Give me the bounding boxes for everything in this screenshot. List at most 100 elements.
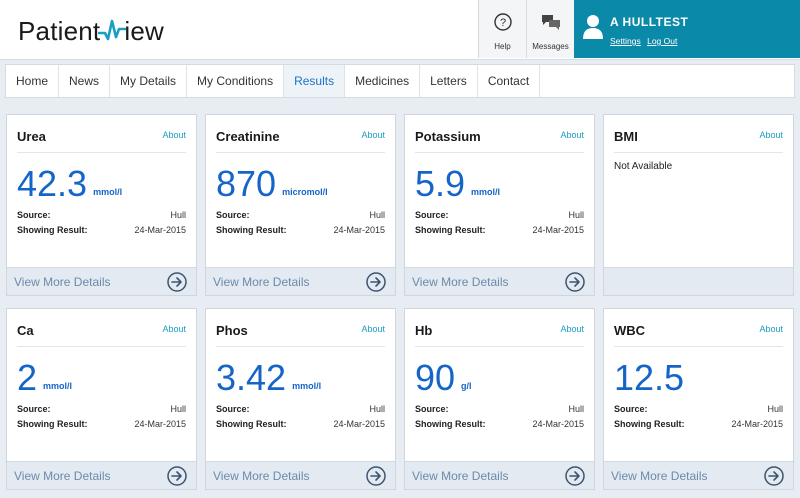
result-card-wbc: WBC About 12.5 Source: Hull Showing Resu… <box>603 308 794 490</box>
about-link[interactable]: About <box>759 324 783 334</box>
nav-medicines[interactable]: Medicines <box>345 65 421 97</box>
settings-link[interactable]: Settings <box>610 36 641 46</box>
source-value: Hull <box>767 404 783 414</box>
showing-row: Showing Result: 24-Mar-2015 <box>415 225 584 235</box>
showing-label: Showing Result: <box>415 419 486 429</box>
nav-contact[interactable]: Contact <box>478 65 541 97</box>
about-link[interactable]: About <box>560 324 584 334</box>
nav-letters[interactable]: Letters <box>420 65 478 97</box>
result-value: 5.9 mmol/l <box>415 163 500 205</box>
card-divider <box>415 346 584 347</box>
card-title: Phos <box>216 323 248 338</box>
view-more-details-link[interactable]: View More Details <box>14 469 110 483</box>
result-value: 3.42 mmol/l <box>216 357 321 399</box>
result-card-phos: Phos About 3.42 mmol/l Source: Hull Show… <box>205 308 396 490</box>
card-footer: View More Details <box>7 461 196 489</box>
nav-results[interactable]: Results <box>284 65 346 97</box>
nav-news[interactable]: News <box>59 65 111 97</box>
showing-label: Showing Result: <box>415 225 486 235</box>
patientview-logo[interactable]: Patient iew <box>18 14 164 48</box>
showing-label: Showing Result: <box>614 419 685 429</box>
source-row: Source: Hull <box>415 210 584 220</box>
card-divider <box>17 152 186 153</box>
showing-date: 24-Mar-2015 <box>134 419 186 429</box>
result-card-hb: Hb About 90 g/l Source: Hull Showing Res… <box>404 308 595 490</box>
source-row: Source: Hull <box>216 404 385 414</box>
showing-date: 24-Mar-2015 <box>731 419 783 429</box>
arrow-right-circle-icon[interactable] <box>166 271 188 293</box>
card-divider <box>17 346 186 347</box>
value-unit: g/l <box>461 381 472 391</box>
arrow-right-circle-icon[interactable] <box>564 465 586 487</box>
result-value: 2 mmol/l <box>17 357 72 399</box>
card-footer <box>604 267 793 295</box>
showing-date: 24-Mar-2015 <box>333 419 385 429</box>
source-value: Hull <box>170 210 186 220</box>
showing-row: Showing Result: 24-Mar-2015 <box>614 419 783 429</box>
result-value: 90 g/l <box>415 357 472 399</box>
source-row: Source: Hull <box>17 210 186 220</box>
view-more-details-link[interactable]: View More Details <box>14 275 110 289</box>
card-title: BMI <box>614 129 638 144</box>
about-link[interactable]: About <box>361 324 385 334</box>
nav-my-conditions[interactable]: My Conditions <box>187 65 285 97</box>
card-divider <box>614 346 783 347</box>
result-card-urea: Urea About 42.3 mmol/l Source: Hull Show… <box>6 114 197 296</box>
showing-label: Showing Result: <box>216 419 287 429</box>
arrow-right-circle-icon[interactable] <box>365 465 387 487</box>
card-divider <box>216 152 385 153</box>
card-footer: View More Details <box>405 267 594 295</box>
source-value: Hull <box>369 210 385 220</box>
value-unit: mmol/l <box>93 187 123 197</box>
help-button[interactable]: ? Help <box>478 0 526 58</box>
arrow-right-circle-icon[interactable] <box>166 465 188 487</box>
view-more-details-link[interactable]: View More Details <box>213 275 309 289</box>
card-footer: View More Details <box>604 461 793 489</box>
card-title: Creatinine <box>216 129 280 144</box>
logout-link[interactable]: Log Out <box>647 36 677 46</box>
showing-row: Showing Result: 24-Mar-2015 <box>415 419 584 429</box>
result-card-bmi: BMI About Not Available <box>603 114 794 296</box>
showing-row: Showing Result: 24-Mar-2015 <box>216 419 385 429</box>
source-label: Source: <box>17 404 51 414</box>
not-available-text: Not Available <box>614 161 673 172</box>
value-number: 870 <box>216 163 277 204</box>
result-value: 12.5 <box>614 357 690 399</box>
arrow-right-circle-icon[interactable] <box>763 465 785 487</box>
nav-home[interactable]: Home <box>6 65 60 97</box>
value-unit: mmol/l <box>471 187 501 197</box>
about-link[interactable]: About <box>759 130 783 140</box>
source-row: Source: Hull <box>415 404 584 414</box>
source-label: Source: <box>614 404 648 414</box>
arrow-right-circle-icon[interactable] <box>365 271 387 293</box>
about-link[interactable]: About <box>162 130 186 140</box>
logo-text-right: iew <box>124 15 164 46</box>
result-value: 42.3 mmol/l <box>17 163 122 205</box>
card-divider <box>614 152 783 153</box>
view-more-details-link[interactable]: View More Details <box>412 275 508 289</box>
about-link[interactable]: About <box>560 130 584 140</box>
value-number: 42.3 <box>17 163 88 204</box>
card-divider <box>216 346 385 347</box>
source-label: Source: <box>415 404 449 414</box>
messages-button[interactable]: Messages <box>526 0 574 58</box>
showing-label: Showing Result: <box>216 225 287 235</box>
messages-label: Messages <box>532 42 569 51</box>
view-more-details-link[interactable]: View More Details <box>412 469 508 483</box>
user-avatar-icon <box>583 15 603 39</box>
about-link[interactable]: About <box>162 324 186 334</box>
help-icon: ? <box>493 13 512 31</box>
about-link[interactable]: About <box>361 130 385 140</box>
view-more-details-link[interactable]: View More Details <box>213 469 309 483</box>
value-unit: micromol/l <box>282 187 328 197</box>
source-row: Source: Hull <box>216 210 385 220</box>
showing-label: Showing Result: <box>17 419 88 429</box>
arrow-right-circle-icon[interactable] <box>564 271 586 293</box>
card-title: Ca <box>17 323 34 338</box>
nav-my-details[interactable]: My Details <box>110 65 188 97</box>
svg-text:?: ? <box>499 17 505 29</box>
user-panel: A HULLTEST Settings Log Out <box>574 0 800 58</box>
view-more-details-link[interactable]: View More Details <box>611 469 707 483</box>
card-title: Hb <box>415 323 433 338</box>
showing-date: 24-Mar-2015 <box>134 225 186 235</box>
